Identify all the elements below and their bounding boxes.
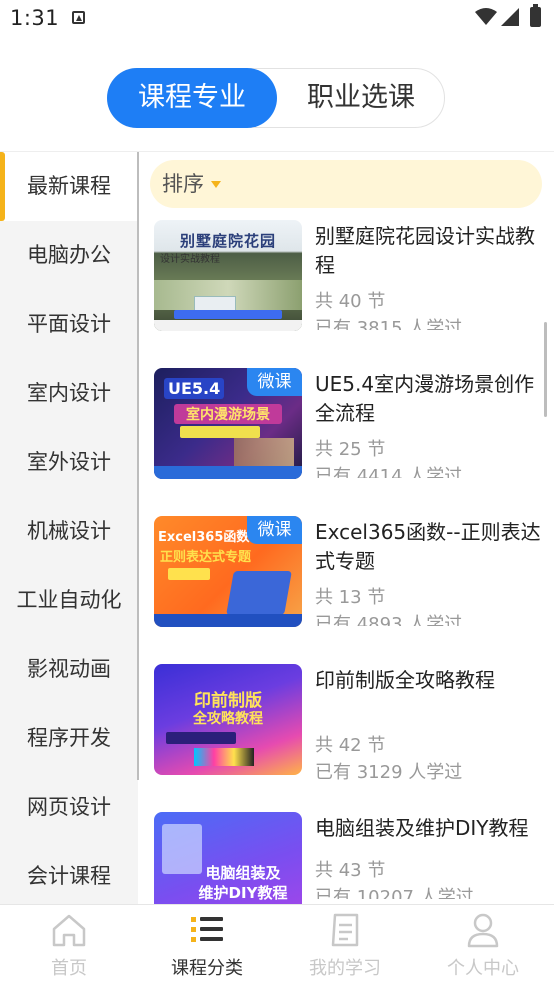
thumbnail-footer bbox=[154, 320, 302, 331]
course-learner-count: 已有 4893 人学过 bbox=[315, 614, 463, 626]
course-lesson-count: 共 42 节 bbox=[315, 735, 386, 756]
course-lesson-count: 共 13 节 bbox=[315, 587, 386, 608]
thumbnail-banner bbox=[180, 426, 260, 438]
thumbnail-banner bbox=[166, 732, 236, 744]
sidebar-item-label: 会计课程 bbox=[27, 864, 111, 888]
course-lesson-count: 共 43 节 bbox=[315, 860, 386, 881]
course-learner-count: 已有 3129 人学过 bbox=[315, 762, 463, 783]
thumbnail-footer bbox=[154, 466, 302, 479]
course-thumbnail: 电脑组装及 维护DIY教程 bbox=[154, 812, 302, 904]
nav-label: 我的学习 bbox=[309, 958, 381, 979]
thumbnail-banner bbox=[168, 568, 210, 580]
sidebar-item-label: 程序开发 bbox=[27, 726, 111, 750]
sidebar-item-interior-design[interactable]: 室内设计 bbox=[0, 359, 138, 428]
sidebar-item-accounting[interactable]: 会计课程 bbox=[0, 842, 138, 904]
sidebar-item-mechanical-design[interactable]: 机械设计 bbox=[0, 497, 138, 566]
thumbnail-subtitle: 正则表达式专题 bbox=[160, 550, 252, 565]
course-item[interactable]: 电脑组装及 维护DIY教程 电脑组装及维护DIY教程 共 43 节 已有 102… bbox=[138, 806, 554, 904]
nav-label: 首页 bbox=[51, 958, 87, 979]
course-item[interactable]: 别墅庭院花园 设计实战教程 别墅庭院花园设计实战教程 共 40 节 已有 381… bbox=[138, 214, 554, 344]
wifi-icon bbox=[475, 8, 497, 25]
sidebar-item-label: 最新课程 bbox=[27, 174, 111, 198]
course-thumbnail: 别墅庭院花园 设计实战教程 bbox=[154, 220, 302, 331]
course-list: 别墅庭院花园 设计实战教程 别墅庭院花园设计实战教程 共 40 节 已有 381… bbox=[138, 214, 554, 904]
thumbnail-subtitle: 室内漫游场景 bbox=[174, 404, 282, 424]
course-learner-count: 已有 3815 人学过 bbox=[315, 318, 463, 330]
caret-down-icon bbox=[211, 181, 221, 188]
sidebar-item-label: 平面设计 bbox=[27, 312, 111, 336]
sidebar-item-label: 机械设计 bbox=[27, 519, 111, 543]
tab-course-major[interactable]: 课程专业 bbox=[107, 68, 277, 128]
thumbnail-subtitle: 全攻略教程 bbox=[193, 711, 263, 727]
sidebar-item-label: 室外设计 bbox=[27, 450, 111, 474]
bottom-navigation: 首页 课程分类 我的学习 个人中心 bbox=[0, 904, 554, 985]
cmyk-blocks bbox=[194, 748, 254, 766]
sidebar-item-latest[interactable]: 最新课程 bbox=[0, 152, 138, 221]
course-learner-count: 已有 4414 人学过 bbox=[315, 466, 463, 478]
nav-label: 个人中心 bbox=[447, 958, 519, 979]
sidebar-item-graphic-design[interactable]: 平面设计 bbox=[0, 290, 138, 359]
course-lesson-count: 共 40 节 bbox=[315, 291, 386, 312]
person-icon bbox=[467, 913, 499, 948]
course-list-scrollbar[interactable] bbox=[544, 322, 547, 417]
micro-course-badge: 微课 bbox=[247, 368, 302, 396]
sidebar-item-exterior-design[interactable]: 室外设计 bbox=[0, 428, 138, 497]
course-thumbnail: UE5.4 室内漫游场景 微课 bbox=[154, 368, 302, 479]
sort-dropdown[interactable]: 排序 bbox=[150, 160, 542, 208]
course-title: UE5.4室内漫游场景创作全流程 bbox=[315, 372, 535, 425]
sidebar-item-label: 网页设计 bbox=[27, 795, 111, 819]
nav-label: 课程分类 bbox=[171, 958, 243, 979]
nav-my-study[interactable]: 我的学习 bbox=[276, 905, 414, 985]
home-icon bbox=[52, 914, 86, 947]
sidebar-item-label: 工业自动化 bbox=[16, 588, 122, 612]
thumbnail-subtitle: 维护DIY教程 bbox=[198, 884, 288, 902]
thumbnail-footer bbox=[154, 614, 302, 627]
status-time: 1:31 bbox=[10, 6, 60, 30]
sidebar-item-label: 电脑办公 bbox=[27, 243, 111, 267]
active-indicator bbox=[0, 152, 5, 221]
course-title: 印前制版全攻略教程 bbox=[315, 668, 495, 692]
course-item[interactable]: 印前制版 全攻略教程 印前制版全攻略教程 共 42 节 已有 3129 人学过 bbox=[138, 658, 554, 788]
thumbnail-banner bbox=[174, 310, 282, 319]
notebook-icon bbox=[331, 913, 359, 947]
nav-home[interactable]: 首页 bbox=[0, 905, 138, 985]
category-list-icon bbox=[191, 917, 223, 942]
signal-icon bbox=[501, 8, 519, 26]
thumbnail-subtitle: 设计实战教程 bbox=[160, 254, 220, 265]
sidebar-item-label: 影视动画 bbox=[27, 657, 111, 681]
course-thumbnail: 印前制版 全攻略教程 bbox=[154, 664, 302, 775]
sort-label: 排序 bbox=[162, 172, 204, 196]
thumbnail-title: 电脑组装及 bbox=[205, 864, 281, 882]
status-bar: 1:31 bbox=[0, 0, 554, 38]
tab-career-course[interactable]: 职业选课 bbox=[276, 68, 446, 128]
battery-icon bbox=[530, 4, 541, 27]
nav-category[interactable]: 课程分类 bbox=[138, 905, 276, 985]
computer-illustration bbox=[226, 571, 292, 615]
micro-course-badge: 微课 bbox=[247, 516, 302, 544]
course-title: Excel365函数--正则表达式专题 bbox=[315, 520, 541, 573]
sidebar-item-office[interactable]: 电脑办公 bbox=[0, 221, 138, 290]
course-item[interactable]: UE5.4 室内漫游场景 微课 UE5.4室内漫游场景创作全流程 共 25 节 … bbox=[138, 362, 554, 492]
sidebar-item-animation[interactable]: 影视动画 bbox=[0, 635, 138, 704]
sidebar-item-label: 室内设计 bbox=[27, 381, 111, 405]
sidebar-item-web-design[interactable]: 网页设计 bbox=[0, 773, 138, 842]
thumbnail-title: 别墅庭院花园 bbox=[179, 232, 276, 250]
course-title: 别墅庭院花园设计实战教程 bbox=[315, 224, 535, 277]
room-image bbox=[234, 438, 294, 468]
course-learner-count: 已有 10207 人学过 bbox=[315, 887, 474, 899]
nav-profile[interactable]: 个人中心 bbox=[414, 905, 552, 985]
sidebar-item-programming[interactable]: 程序开发 bbox=[0, 704, 138, 773]
category-tab-switcher: 课程专业 职业选课 bbox=[107, 68, 445, 128]
thumbnail-title: Excel365函数 bbox=[158, 530, 250, 545]
thumbnail-title: UE5.4 bbox=[164, 378, 225, 399]
sidebar-item-industrial-automation[interactable]: 工业自动化 bbox=[0, 566, 138, 635]
course-lesson-count: 共 25 节 bbox=[315, 439, 386, 460]
course-thumbnail: Excel365函数 正则表达式专题 微课 bbox=[154, 516, 302, 627]
course-item[interactable]: Excel365函数 正则表达式专题 微课 Excel365函数--正则表达式专… bbox=[138, 510, 554, 640]
notification-icon bbox=[72, 11, 85, 24]
category-sidebar: 最新课程 电脑办公 平面设计 室内设计 室外设计 机械设计 工业自动化 影视动画… bbox=[0, 152, 138, 904]
course-title: 电脑组装及维护DIY教程 bbox=[315, 816, 529, 840]
